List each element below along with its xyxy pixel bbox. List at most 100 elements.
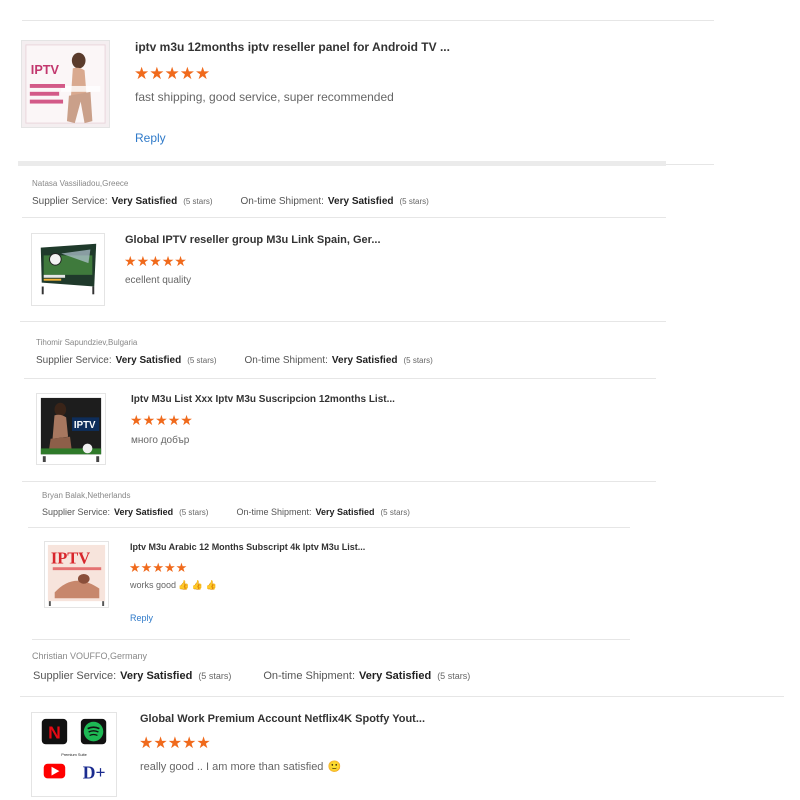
iptv-tv-image: IPTV xyxy=(37,394,105,464)
product-title[interactable]: Global Work Premium Account Netflix4K Sp… xyxy=(140,713,425,725)
svg-text:D+: D+ xyxy=(83,762,106,782)
star-icon: ★ xyxy=(167,735,183,752)
star-icon: ★ xyxy=(129,560,141,575)
product-title[interactable]: Global IPTV reseller group M3u Link Spai… xyxy=(125,234,381,246)
star-icon: ★ xyxy=(179,64,195,83)
star-icon: ★ xyxy=(167,412,181,428)
row-divider xyxy=(28,527,630,528)
product-thumbnail[interactable]: N Premium Suite D+ xyxy=(31,712,117,797)
review-comment-text: works good xyxy=(130,580,177,590)
netflix-icon: N xyxy=(41,718,68,745)
product-thumbnail[interactable]: IPTV xyxy=(44,541,109,608)
rating-summary: Supplier Service: Very Satisfied (5 star… xyxy=(36,355,433,366)
supplier-service-value: Very Satisfied xyxy=(120,670,193,682)
star-icon: ★ xyxy=(140,560,153,575)
star-icon: ★ xyxy=(142,412,156,428)
reviewer-name: Christian VOUFFO,Germany xyxy=(32,651,148,661)
svg-text:IPTV: IPTV xyxy=(51,548,90,567)
top-divider xyxy=(22,20,714,21)
star-icon: ★ xyxy=(149,253,162,269)
review-comment: fast shipping, good service, super recom… xyxy=(135,90,394,104)
review-comment: works good 👍 👍 👍 xyxy=(130,580,217,591)
star-icon: ★ xyxy=(139,735,154,752)
streaming-apps-image: N Premium Suite D+ xyxy=(32,713,116,796)
rating-stars: ★ ★ ★ ★ ★ xyxy=(130,413,193,427)
star-icon: ★ xyxy=(130,412,143,428)
review-comment: много добър xyxy=(131,435,190,446)
shipment-label: On-time Shipment: xyxy=(240,196,324,207)
reply-link[interactable]: Reply xyxy=(135,131,166,145)
supplier-service-label: Supplier Service: xyxy=(32,196,108,207)
shipment-value: Very Satisfied xyxy=(331,355,398,366)
supplier-service-stars: (5 stars) xyxy=(183,197,213,206)
supplier-service-value: Very Satisfied xyxy=(115,355,182,366)
thumb-caption: Premium Suite xyxy=(61,752,87,757)
star-icon: ★ xyxy=(149,64,165,83)
svg-text:IPTV: IPTV xyxy=(31,63,60,77)
product-title[interactable]: Iptv M3u Arabic 12 Months Subscript 4k I… xyxy=(130,542,365,552)
section-divider xyxy=(666,164,714,165)
supplier-service-label: Supplier Service: xyxy=(42,507,111,517)
rating-summary: Supplier Service: Very Satisfied (5 star… xyxy=(33,670,470,682)
star-icon: ★ xyxy=(195,64,211,83)
shipment-value: Very Satisfied xyxy=(327,196,394,207)
row-divider xyxy=(20,696,784,697)
reviewer-name: Bryan Balak,Netherlands xyxy=(42,491,131,500)
star-icon: ★ xyxy=(152,560,164,575)
row-divider xyxy=(22,217,666,218)
shipment-label: On-time Shipment: xyxy=(236,507,312,517)
rating-summary: Supplier Service: Very Satisfied (5 star… xyxy=(32,196,429,207)
shipment-stars: (5 stars) xyxy=(403,356,433,365)
section-divider xyxy=(20,321,666,322)
star-icon: ★ xyxy=(174,253,187,269)
youtube-icon xyxy=(43,763,66,779)
product-title[interactable]: Iptv M3u List Xxx Iptv M3u Suscripcion 1… xyxy=(131,394,395,405)
football-tv-image xyxy=(32,234,104,305)
disney-plus-icon: D+ xyxy=(83,762,106,782)
review-comment: ecellent quality xyxy=(125,275,192,286)
iptv-red-banner-image: IPTV xyxy=(45,542,108,607)
product-thumbnail[interactable]: IPTV xyxy=(21,40,110,128)
smile-icon: 🙂 xyxy=(327,761,342,773)
supplier-service-stars: (5 stars) xyxy=(187,356,217,365)
thumbs-up-icon: 👍 👍 👍 xyxy=(178,580,217,590)
shipment-stars: (5 stars) xyxy=(399,197,429,206)
section-divider xyxy=(22,481,656,482)
shipment-label: On-time Shipment: xyxy=(263,670,356,682)
section-divider xyxy=(32,639,630,640)
star-icon: ★ xyxy=(180,412,193,428)
star-icon: ★ xyxy=(155,412,168,428)
review-comment: really good .. I am more than satisfied 🙂 xyxy=(140,760,341,773)
product-thumbnail[interactable] xyxy=(31,233,105,306)
row-divider xyxy=(24,378,656,379)
reviewer-name: Natasa Vassiliadou,Greece xyxy=(32,179,129,188)
product-thumbnail[interactable]: IPTV xyxy=(36,393,106,465)
shipment-value: Very Satisfied xyxy=(359,670,432,682)
star-icon: ★ xyxy=(164,64,180,83)
supplier-service-value: Very Satisfied xyxy=(111,196,178,207)
rating-stars: ★ ★ ★ ★ ★ xyxy=(124,254,187,268)
star-icon: ★ xyxy=(196,735,211,752)
star-icon: ★ xyxy=(124,253,137,269)
star-icon: ★ xyxy=(182,735,197,752)
svg-text:IPTV: IPTV xyxy=(74,420,96,431)
star-icon: ★ xyxy=(136,253,150,269)
product-title[interactable]: iptv m3u 12months iptv reseller panel fo… xyxy=(135,40,450,54)
reviewer-name: Tihomir Sapundziev,Bulgaria xyxy=(36,338,138,347)
star-icon: ★ xyxy=(153,735,168,752)
supplier-service-stars: (5 stars) xyxy=(198,671,232,681)
star-icon: ★ xyxy=(161,253,175,269)
rating-stars: ★ ★ ★ ★ ★ xyxy=(129,561,187,574)
shipment-stars: (5 stars) xyxy=(437,671,471,681)
reply-link[interactable]: Reply xyxy=(130,613,153,623)
shipment-label: On-time Shipment: xyxy=(244,355,328,366)
rating-summary: Supplier Service: Very Satisfied (5 star… xyxy=(42,507,410,517)
shipment-value: Very Satisfied xyxy=(315,507,375,517)
star-icon: ★ xyxy=(134,64,150,83)
supplier-service-value: Very Satisfied xyxy=(114,507,174,517)
rating-stars: ★ ★ ★ ★ ★ xyxy=(134,65,210,82)
svg-text:N: N xyxy=(48,722,61,742)
supplier-service-stars: (5 stars) xyxy=(179,508,209,517)
shipment-stars: (5 stars) xyxy=(380,508,410,517)
iptv-promo-image: IPTV xyxy=(22,41,109,127)
